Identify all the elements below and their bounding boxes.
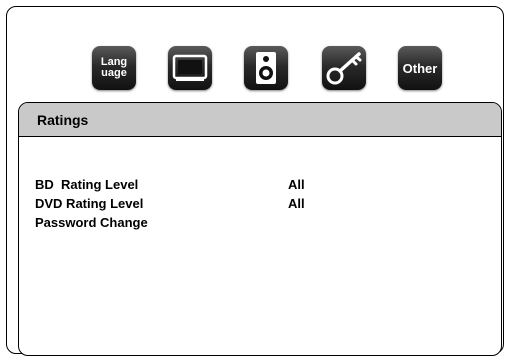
key-icon bbox=[326, 52, 362, 85]
dvd-rating-level-row[interactable]: DVD Rating Level All bbox=[35, 196, 501, 215]
display-icon bbox=[172, 54, 208, 81]
security-menu-button[interactable] bbox=[322, 46, 366, 90]
other-menu-button[interactable]: Other bbox=[398, 46, 442, 90]
other-icon: Other bbox=[402, 60, 438, 76]
setting-label: DVD Rating Level bbox=[35, 196, 144, 211]
setting-label: Password Change bbox=[35, 215, 148, 230]
audio-menu-button[interactable] bbox=[244, 46, 288, 90]
display-menu-button[interactable] bbox=[168, 46, 212, 90]
password-change-row[interactable]: Password Change bbox=[35, 215, 501, 234]
menu-icon-bar: Lang uage Other bbox=[92, 46, 452, 94]
panel-header: Ratings bbox=[19, 103, 501, 137]
language-menu-button[interactable]: Lang uage bbox=[92, 46, 136, 90]
language-icon: Lang uage bbox=[100, 56, 128, 79]
panel-title: Ratings bbox=[37, 111, 89, 128]
setting-value: All bbox=[288, 177, 305, 192]
setting-label: BD Rating Level bbox=[35, 177, 139, 192]
audio-speaker-icon bbox=[256, 52, 276, 84]
setting-value: All bbox=[288, 196, 305, 211]
bd-rating-level-row[interactable]: BD Rating Level All bbox=[35, 177, 501, 196]
ratings-panel: Ratings BD Rating Level All DVD Rating L… bbox=[18, 102, 502, 356]
settings-list: BD Rating Level All DVD Rating Level All… bbox=[35, 177, 501, 234]
